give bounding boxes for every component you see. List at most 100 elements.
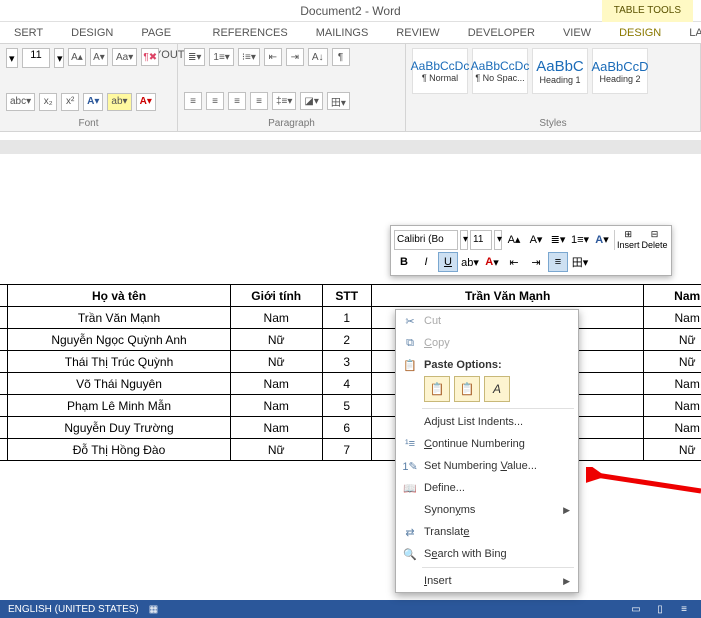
tab-layout[interactable]: LA xyxy=(675,22,701,43)
mini-borders-icon[interactable]: 田▾ xyxy=(570,252,590,272)
mini-underline-icon[interactable]: U xyxy=(438,252,458,272)
mini-shrink-icon[interactable]: A▾ xyxy=(526,230,546,250)
paste-text-only-icon[interactable]: A xyxy=(484,376,510,402)
table-row[interactable]: 1Trần Văn MạnhNam1Trần Văn MạnhNam xyxy=(0,307,701,329)
define-icon: 📖 xyxy=(402,480,418,496)
ctx-search-bing[interactable]: 🔍Search with Bing xyxy=(396,543,578,565)
ribbon: ▾ 11 ▾ A▴ A▾ Aa▾ ¶✖ abc▾ x₂ x² A▾ ab▾ A▾… xyxy=(0,44,701,132)
justify-icon[interactable]: ≡ xyxy=(250,92,268,110)
ctx-cut[interactable]: ✂Cut xyxy=(396,310,578,332)
ctx-set-numbering-value[interactable]: 1✎Set Numbering Value... xyxy=(396,455,578,477)
font-size-input[interactable]: 11 xyxy=(22,48,50,68)
grow-font-icon[interactable]: A▴ xyxy=(68,48,86,66)
ctx-synonyms[interactable]: Synonyms▶ xyxy=(396,499,578,521)
font-size-dropdown[interactable]: ▾ xyxy=(54,48,64,68)
style-heading1[interactable]: AaBbCHeading 1 xyxy=(532,48,588,94)
line-spacing-icon[interactable]: ‡≡▾ xyxy=(272,92,296,110)
mini-toolbar: Calibri (Bo ▾ 11 ▾ A▴ A▾ ≣▾ 1≡▾ A▾ ⊞Inse… xyxy=(390,225,672,276)
change-case-icon[interactable]: Aa▾ xyxy=(112,48,137,66)
sort-icon[interactable]: A↓ xyxy=(308,48,328,66)
tab-developer[interactable]: DEVELOPER xyxy=(454,22,549,43)
ctx-define[interactable]: 📖Define... xyxy=(396,477,578,499)
mini-styles-icon[interactable]: A▾ xyxy=(592,230,612,250)
view-web-icon[interactable]: ≡ xyxy=(675,604,693,615)
subscript-icon[interactable]: x₂ xyxy=(39,93,57,111)
style-heading2[interactable]: AaBbCcDHeading 2 xyxy=(592,48,648,94)
cut-icon: ✂ xyxy=(402,313,418,329)
style-no-spacing[interactable]: AaBbCcDc¶ No Spac... xyxy=(472,48,528,94)
mini-delete-button[interactable]: ⊟Delete xyxy=(642,229,668,250)
font-color-icon[interactable]: A▾ xyxy=(136,93,156,111)
text-effects2-icon[interactable]: A▾ xyxy=(83,93,103,111)
table-row[interactable]: 2Nguyễn Ngọc Quỳnh AnhNữ2AnhNữ xyxy=(0,329,701,351)
view-read-icon[interactable]: ▭ xyxy=(627,604,645,615)
borders-icon[interactable]: 田▾ xyxy=(327,92,350,110)
status-bar: ENGLISH (UNITED STATES) ▦ ▭ ▯ ≡ xyxy=(0,600,701,618)
text-effects-icon[interactable]: abc▾ xyxy=(6,93,35,111)
highlight-icon[interactable]: ab▾ xyxy=(107,93,131,111)
table-row[interactable]: 7Đỗ Thị Hồng ĐàoNữ7Nữ xyxy=(0,439,701,461)
mini-bold-icon[interactable]: B xyxy=(394,252,414,272)
data-table[interactable]: TT Họ và tên Giới tính STT Trần Văn Mạnh… xyxy=(0,284,701,461)
mini-grow-icon[interactable]: A▴ xyxy=(504,230,524,250)
shading-icon[interactable]: ◪▾ xyxy=(300,92,322,110)
tab-references[interactable]: REFERENCES xyxy=(199,22,302,43)
paste-merge-icon[interactable]: 📋 xyxy=(454,376,480,402)
indent-right-icon[interactable]: ⇥ xyxy=(286,48,304,66)
shrink-font-icon[interactable]: A▾ xyxy=(90,48,108,66)
ctx-translate[interactable]: ⇄Translate xyxy=(396,521,578,543)
clear-format-icon[interactable]: ¶✖ xyxy=(141,48,159,66)
ctx-continue-numbering[interactable]: ¹≡Continue Numbering xyxy=(396,433,578,455)
tab-table-design[interactable]: DESIGN xyxy=(605,22,675,43)
mini-size[interactable]: 11 xyxy=(470,230,492,250)
tab-design[interactable]: DESIGN xyxy=(57,22,127,43)
table-row[interactable]: 5Phạm Lê Minh MẫnNam5Nam xyxy=(0,395,701,417)
document-area: TT Họ và tên Giới tính STT Trần Văn Mạnh… xyxy=(0,140,701,600)
mini-font-dd[interactable]: ▾ xyxy=(460,230,468,250)
page[interactable]: TT Họ và tên Giới tính STT Trần Văn Mạnh… xyxy=(0,154,701,600)
tab-page-layout[interactable]: PAGE LAYOUT xyxy=(127,22,198,43)
table-row[interactable]: 3Thái Thị Trúc QuỳnhNữ3hNữ xyxy=(0,351,701,373)
show-marks-icon[interactable]: ¶ xyxy=(332,48,350,66)
bullets-icon[interactable]: ≣▾ xyxy=(184,48,205,66)
indent-left-icon[interactable]: ⇤ xyxy=(264,48,282,66)
group-font-label: Font xyxy=(6,118,171,129)
tab-insert[interactable]: SERT xyxy=(0,22,57,43)
align-right-icon[interactable]: ≡ xyxy=(228,92,246,110)
status-macro-icon[interactable]: ▦ xyxy=(149,604,158,615)
mini-numbering-icon[interactable]: 1≡▾ xyxy=(570,230,590,250)
ctx-adjust-indents[interactable]: Adjust List Indents... xyxy=(396,411,578,433)
table-row[interactable]: 6Nguyễn Duy TrườngNam6gNam xyxy=(0,417,701,439)
mini-font-combo[interactable]: Calibri (Bo xyxy=(394,230,458,250)
mini-indent-left-icon[interactable]: ⇤ xyxy=(504,252,524,272)
multilevel-icon[interactable]: ⁝≡▾ xyxy=(238,48,260,66)
superscript-icon[interactable]: x² xyxy=(61,93,79,111)
mini-indent-right-icon[interactable]: ⇥ xyxy=(526,252,546,272)
tab-mailings[interactable]: MAILINGS xyxy=(302,22,383,43)
mini-bullets-icon[interactable]: ≣▾ xyxy=(548,230,568,250)
tab-view[interactable]: VIEW xyxy=(549,22,605,43)
group-styles-label: Styles xyxy=(412,118,694,129)
status-language[interactable]: ENGLISH (UNITED STATES) xyxy=(8,604,139,615)
doc-title: Document2 - Word xyxy=(300,4,400,18)
copy-icon: ⧉ xyxy=(402,335,418,351)
align-left-icon[interactable]: ≡ xyxy=(184,92,202,110)
set-numbering-icon: 1✎ xyxy=(402,458,418,474)
tab-review[interactable]: REVIEW xyxy=(382,22,453,43)
mini-align-center-icon[interactable]: ≡ xyxy=(548,252,568,272)
mini-insert-button[interactable]: ⊞Insert xyxy=(617,229,640,250)
align-center-icon[interactable]: ≡ xyxy=(206,92,224,110)
mini-size-dd[interactable]: ▾ xyxy=(494,230,502,250)
mini-font-color-icon[interactable]: A▾ xyxy=(482,252,502,272)
mini-italic-icon[interactable]: I xyxy=(416,252,436,272)
paste-keep-source-icon[interactable]: 📋 xyxy=(424,376,450,402)
ctx-copy[interactable]: ⧉Copy xyxy=(396,332,578,354)
view-print-icon[interactable]: ▯ xyxy=(651,604,669,615)
search-icon: 🔍 xyxy=(402,546,418,562)
table-row[interactable]: 4Võ Thái NguyênNam4Nam xyxy=(0,373,701,395)
ctx-insert[interactable]: Insert▶ xyxy=(396,570,578,592)
mini-highlight-icon[interactable]: ab▾ xyxy=(460,252,480,272)
font-family-dropdown[interactable]: ▾ xyxy=(6,48,18,68)
numbering-icon[interactable]: 1≡▾ xyxy=(209,48,233,66)
style-normal[interactable]: AaBbCcDc¶ Normal xyxy=(412,48,468,94)
